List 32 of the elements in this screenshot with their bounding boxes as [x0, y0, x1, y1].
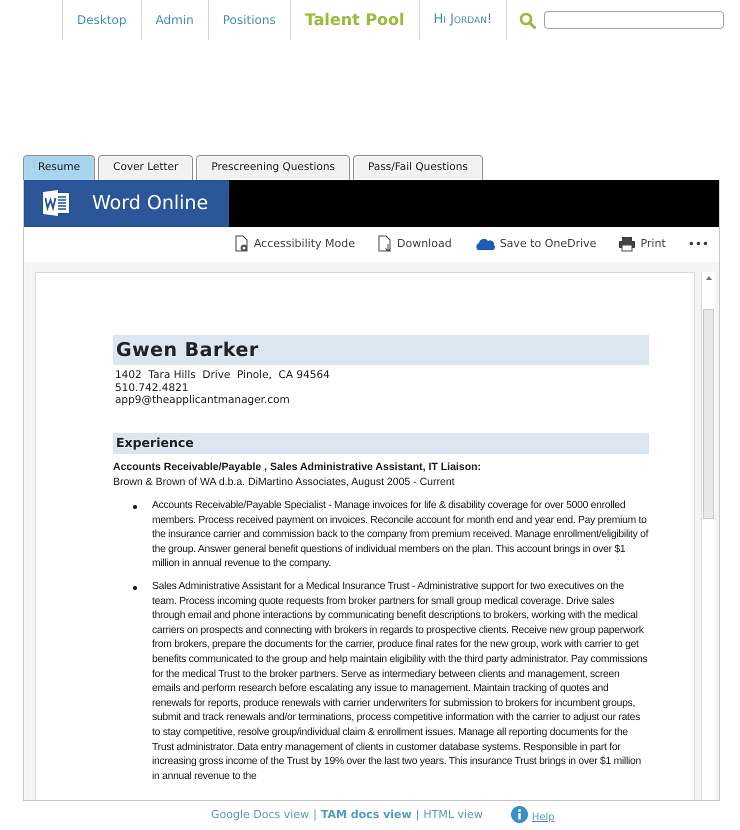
- toolbar-button[interactable]: Save to OneDrive: [474, 236, 596, 252]
- separator: |: [416, 806, 420, 823]
- cloud-icon: [474, 237, 496, 252]
- bullet-dot: [133, 586, 137, 590]
- tab[interactable]: Prescreening Questions: [196, 155, 350, 180]
- download-icon: [377, 235, 393, 254]
- toolbar-button[interactable]: Print: [618, 236, 666, 252]
- search-field[interactable]: [544, 11, 724, 29]
- scrollbar[interactable]: [701, 272, 715, 800]
- separator: |: [313, 806, 317, 823]
- print-icon: [618, 236, 636, 252]
- app-title: Word Online: [92, 191, 208, 216]
- bullet-text: Accounts Receivable/Payable Specialist - Manage invoices for life & disability coverage for over 5000 enrolled members. Process received payment on invoices. Reconcile account for month end and year end. Pay premium to the insurance carrier and commission back to the company from premium received. Manage enrollment/eligibility of the group. Answer general benefit questions of individual members on the plan. This account brings in over $1 million in annual revenue to the company.: [152, 500, 648, 570]
- bullet-dot: [133, 505, 137, 509]
- document-gear-icon: [234, 235, 250, 254]
- job-title: Accounts Receivable/Payable , Sales Administrative Assistant, IT Liaison:: [113, 460, 482, 474]
- more-button[interactable]: •••: [688, 235, 709, 254]
- tab[interactable]: Pass/Fail Questions: [352, 155, 483, 180]
- tab[interactable]: Cover Letter: [98, 155, 194, 180]
- candidate-name: Gwen Barker: [113, 334, 649, 366]
- contact-line: 510.742.4821: [115, 382, 190, 394]
- bullet-text: Sales Administrative Assistant for a Medical Insurance Trust - Administrative support for two executives on the team. Process incoming quote requests from broker partners for small group medical coverage. Drive sales through email and phone interactions by communicating benefit descriptions to brokers, working with the medical carriers on prospects and connecting with brokers in regards to prospective clients. Receive new group paperwork from brokers, prepare the documents for the carrier, produce final rates for the new group, work with carrier to get benefits communicated to the group and help maintain eligibility with the third party administrator. Pay commissions for the medical Trust to the broker partners. Serve as intermediary between clients and management, screen emails and perform research before escalating any issue to management. Maintain tracking of quotes and renewals for reports, produce renewals with carrier underwriters for submission to brokers for incumbent groups, submit and track renewals and/or terminations, process competitive information with the carrier to adjust our rates to stay competitive, resolve group/individual claim & enrollment issues. Manage all reporting documents for the Trust administrator. Data entry management of clients in customer database systems. Responsible in part for increasing gross income of the Trust by 19% over the last two years. This insurance Trust brings in over $1 million in annual revenue to the: [152, 580, 648, 782]
- tab[interactable]: Resume: [23, 155, 96, 180]
- toolbar-button[interactable]: Download: [377, 235, 452, 254]
- employer-line: Brown & Brown of WA d.b.a. DiMartino Associates, August 2005 - Current: [113, 475, 456, 490]
- word-logo-icon: [42, 189, 70, 218]
- search-icon[interactable]: [519, 12, 536, 28]
- section-heading: Experience: [113, 432, 649, 454]
- contact-line: app9@theapplicantmanager.com: [115, 394, 291, 407]
- contact-line: 1402 Tara Hills Drive Pinole, CA 94564: [115, 369, 331, 382]
- info-icon[interactable]: [510, 806, 528, 824]
- toolbar-button[interactable]: Accessibility Mode: [234, 235, 355, 254]
